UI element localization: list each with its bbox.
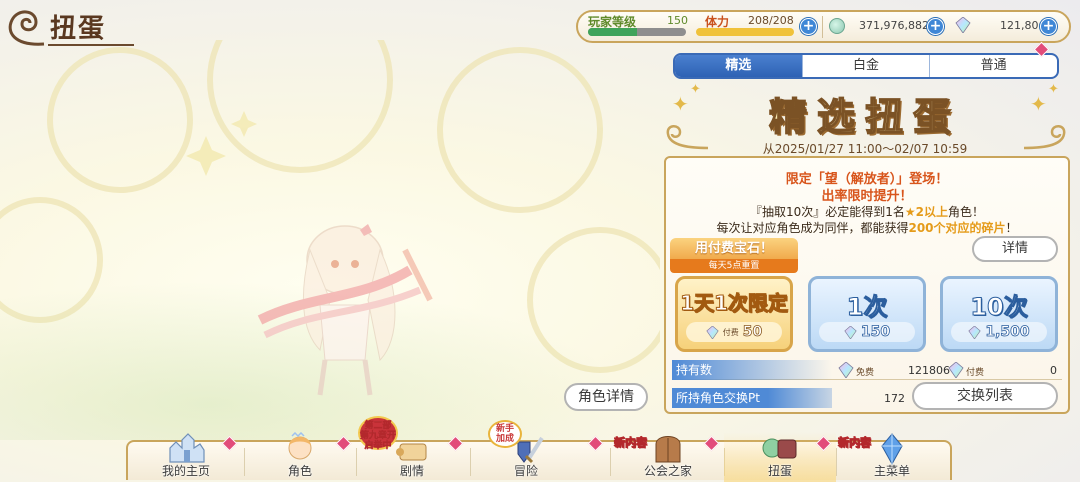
paid-tag: 付费 [722, 327, 739, 337]
single-draw-cost-value: 150 [860, 324, 891, 341]
sparkle-icon: ✦ [1030, 92, 1047, 116]
player-level-bar [588, 28, 686, 36]
gacha-tabs: 精选 白金 普通 [673, 53, 1059, 79]
free-tag: 免费 [856, 368, 875, 378]
add-mana-button[interactable]: + [927, 18, 944, 35]
info-guarantee-highlight: 2以上 [915, 205, 948, 219]
nav-label: 主菜单 [873, 464, 910, 478]
beginner-bonus-badge: 新手 加成 [488, 420, 522, 448]
player-level-value: 150 [667, 14, 688, 27]
jewel-icon [844, 325, 857, 339]
badge-line: 加成 [495, 433, 514, 444]
page-title: 扭蛋 [50, 14, 107, 44]
banner-date: 从2025/01/27 11:00～02/07 10:59 [762, 142, 968, 156]
info-shard-text: 每次让对应角色成为同伴，都能获得200个对应的碎片！ [664, 219, 1070, 236]
add-stamina-button[interactable]: + [800, 18, 817, 35]
exchange-list-button[interactable]: 交换列表 [912, 382, 1058, 410]
page-header: 扭蛋 [4, 4, 134, 46]
daily-draw-cost: 付费 50 [686, 322, 782, 342]
ten-draw-cost-value: 1,500 [985, 324, 1030, 341]
daily-reset-label: 每天5点重置 [670, 259, 798, 273]
divider [822, 16, 823, 38]
paid-jewel-value: 0 [1050, 364, 1057, 377]
castle-icon [169, 433, 205, 463]
door-icon [655, 436, 681, 463]
swirl-ornament-icon [8, 10, 45, 46]
status-bar [576, 10, 1071, 43]
info-guarantee-text: 『抽取10次』必定能得到1名★2以上角色！ [664, 203, 1070, 220]
nav-label: 公会之家 [643, 464, 692, 478]
character-portrait-icon [288, 432, 312, 460]
tab-normal[interactable]: 普通 [930, 55, 1057, 77]
story-event-badge: 第二部 第九章开 启举中 [358, 416, 398, 451]
ten-draw-cost: 1,500 [951, 322, 1047, 342]
nav-label: 冒险 [513, 464, 538, 478]
jewel-icon [968, 325, 981, 339]
daily-draw-cost-value: 50 [742, 324, 763, 341]
banner-title: 精选扭蛋 [768, 93, 961, 140]
badge-line: 启举中 [364, 440, 392, 451]
crystal-icon [881, 433, 903, 466]
single-draw-button[interactable]: 1次 150 [808, 276, 926, 352]
nav-label: 剧情 [399, 464, 424, 478]
info-guarantee-pre: 『抽取10次』必定能得到1名 [749, 205, 905, 219]
jewel-icon [706, 325, 719, 339]
nav-label: 扭蛋 [767, 464, 792, 478]
stamina-value: 208/208 [748, 14, 794, 27]
character-sprite [257, 224, 433, 396]
paid-jewel-icon [948, 362, 964, 378]
gacha-characters-icon [762, 438, 797, 459]
new-content-badge: 新内容 [614, 436, 648, 450]
ten-draw-button[interactable]: 10次 1,500 [940, 276, 1058, 352]
paid-tag: 付费 [966, 368, 985, 378]
jewel-icon [955, 17, 971, 33]
mana-icon [829, 18, 845, 34]
tab-platinum[interactable]: 白金 [803, 55, 931, 77]
daily-draw-button[interactable]: 1天1次限定 付费 50 [675, 276, 793, 352]
sparkle-icon: ✦ [672, 92, 689, 116]
mana-value: 371,976,882 [859, 19, 929, 32]
info-rateup-text: 出率限时提升！ [821, 189, 913, 204]
info-shard-pre: 每次让对应角色成为同伴，都能获得 [716, 221, 909, 235]
player-level-fill [588, 28, 637, 36]
info-guarantee-post: 角色！ [948, 205, 985, 219]
tab-featured[interactable]: 精选 [675, 55, 803, 77]
paid-jewel-label: 用付费宝石！ [670, 238, 798, 260]
sparkle-icon: ✦ [690, 82, 701, 97]
stamina-fill [696, 28, 794, 36]
add-jewel-button[interactable]: + [1040, 18, 1057, 35]
stamina-bar [696, 28, 794, 36]
exchange-pt-label: 所持角色交换Pt [672, 388, 832, 408]
character-detail-button[interactable]: 角色详情 [564, 383, 648, 411]
new-content-badge: 新内容 [838, 436, 872, 450]
info-shard-highlight: 200个对应的碎片 [908, 221, 1006, 235]
nav-adventure[interactable]: 冒险 [470, 432, 582, 482]
daily-draw-label: 1天1次限定 [680, 291, 789, 316]
title-underline [48, 44, 134, 46]
jewel-value: 121,806 [1000, 19, 1046, 32]
ten-draw-label: 10次 [970, 293, 1028, 322]
holdings-label: 持有数 [676, 363, 713, 377]
free-jewel-value: 121806 [908, 364, 950, 377]
info-shard-post: ！ [1005, 221, 1018, 235]
nav-label: 角色 [287, 464, 312, 478]
scroll-icon [396, 443, 427, 461]
details-button[interactable]: 详情 [972, 236, 1058, 262]
star-icon: ★ [904, 205, 916, 219]
sparkle-icon: ✦ [1048, 82, 1059, 97]
exchange-pt-value: 172 [884, 392, 905, 405]
single-draw-cost: 150 [819, 322, 915, 342]
single-draw-label: 1次 [846, 293, 888, 322]
divider [610, 448, 611, 476]
nav-label: 我的主页 [161, 464, 210, 478]
free-jewel-icon [838, 362, 854, 378]
